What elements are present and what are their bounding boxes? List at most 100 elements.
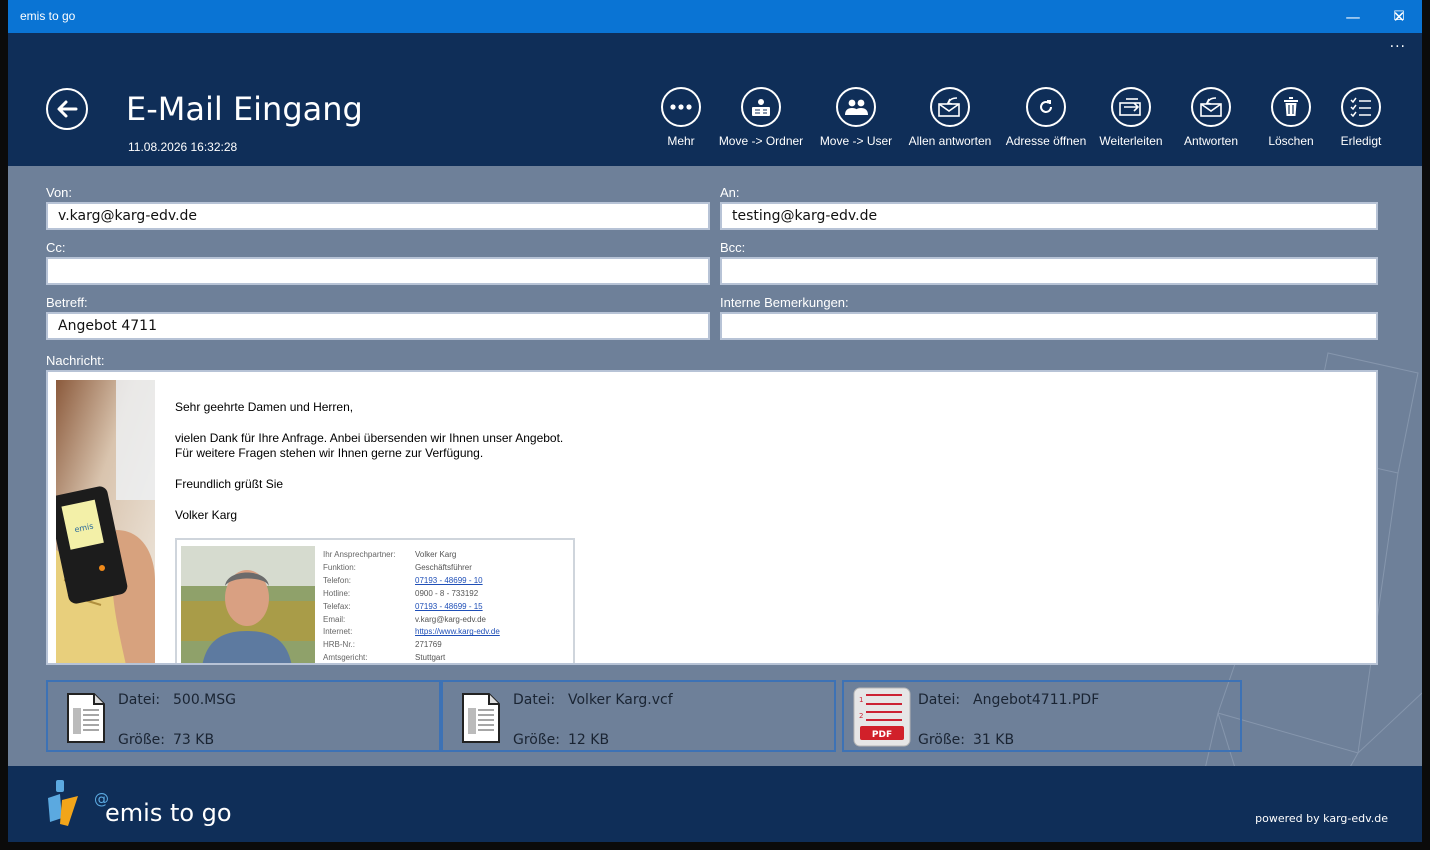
- allen-antworten-button[interactable]: Allen antworten: [905, 87, 995, 148]
- an-label: An:: [720, 185, 740, 200]
- vcf-file-icon: [457, 690, 503, 746]
- attachment-size: 73 KB: [173, 732, 215, 748]
- weiterleiten-button[interactable]: Weiterleiten: [1086, 87, 1176, 148]
- pdf-file-icon: 1 2 PDF: [852, 686, 912, 748]
- cc-field[interactable]: [46, 257, 710, 285]
- antworten-label: Antworten: [1183, 134, 1239, 148]
- signature-box: Ihr Ansprechpartner: Volker Karg Funktion:…: [175, 538, 575, 663]
- attachment-item[interactable]: Datei: 500.MSG Größe: 73 KB: [46, 680, 441, 752]
- adresse-oeffnen-label: Adresse öffnen: [1005, 134, 1087, 148]
- footer: @ emis to go powered by karg-edv.de: [8, 766, 1422, 842]
- body-line-2: Für weitere Fragen stehen wir Ihnen gern…: [175, 446, 484, 460]
- signature-key: Amtsgericht:: [323, 653, 368, 663]
- bcc-field[interactable]: [720, 257, 1378, 285]
- signature-value: Volker Karg: [415, 550, 457, 559]
- signature-key: Internet:: [323, 627, 353, 637]
- more-options-icon[interactable]: ...: [1390, 35, 1406, 51]
- minimize-icon: —: [1345, 7, 1361, 26]
- header: ... E-Mail Eingang 11.08.2026 16:32:28 M…: [8, 33, 1422, 166]
- reply-icon: [1191, 87, 1231, 127]
- closing-text: Freundlich grüßt Sie: [175, 477, 284, 491]
- move-user-icon: [836, 87, 876, 127]
- phone-photo: emis: [56, 380, 155, 663]
- antworten-button[interactable]: Antworten: [1166, 87, 1256, 148]
- delete-icon: [1271, 87, 1311, 127]
- mehr-button[interactable]: Mehr: [636, 87, 726, 148]
- mehr-label: Mehr: [667, 134, 695, 148]
- svg-text:PDF: PDF: [872, 730, 892, 740]
- msg-file-icon: [62, 690, 108, 746]
- bcc-label: Bcc:: [720, 240, 746, 255]
- signature-value: v.karg@karg-edv.de: [415, 614, 486, 624]
- allen-antworten-label: Allen antworten: [908, 134, 992, 148]
- done-icon: [1341, 87, 1381, 127]
- attachment-size-label: Größe:: [513, 732, 561, 748]
- attachment-datei-label: Datei:: [918, 692, 961, 708]
- close-icon: ✕: [1392, 7, 1406, 26]
- attachment-item[interactable]: Datei: Volker Karg.vcf Größe: 12 KB: [441, 680, 836, 752]
- emis-logo-icon: [48, 780, 78, 826]
- von-field[interactable]: v.karg@karg-edv.de: [46, 202, 710, 230]
- window-titlebar: emis to go — ☐: [8, 0, 1422, 33]
- signature-value: Stuttgart: [415, 653, 446, 663]
- attachment-datei-label: Datei:: [118, 692, 161, 708]
- brand-name: emis to go: [105, 799, 232, 827]
- move-folder-icon: [741, 87, 781, 127]
- erledigt-button[interactable]: Erledigt: [1316, 87, 1406, 148]
- signature-link[interactable]: https://www.karg-edv.de: [415, 627, 500, 636]
- weiterleiten-label: Weiterleiten: [1099, 134, 1163, 148]
- adresse-oeffnen-button[interactable]: Adresse öffnen: [1001, 87, 1091, 148]
- bemerkungen-field[interactable]: [720, 312, 1378, 340]
- powered-by-text: powered by karg-edv.de: [1255, 812, 1388, 825]
- open-address-icon: [1026, 87, 1066, 127]
- attachment-datei-label: Datei:: [513, 692, 556, 708]
- app-window: ... E-Mail Eingang 11.08.2026 16:32:28 M…: [8, 33, 1422, 842]
- signature-key: Email:: [323, 614, 346, 624]
- erledigt-label: Erledigt: [1340, 134, 1382, 148]
- greeting-text: Sehr geehrte Damen und Herren,: [175, 400, 354, 414]
- reply-all-icon: [930, 87, 970, 127]
- minimize-button[interactable]: —: [1330, 0, 1376, 33]
- attachment-filename: 500.MSG: [173, 692, 236, 708]
- signature-value: 271769: [415, 640, 442, 650]
- sender-name: Volker Karg: [175, 508, 238, 522]
- attachment-size-label: Größe:: [918, 732, 966, 748]
- svg-text:1: 1: [859, 696, 863, 704]
- signature-key: Hotline:: [323, 588, 351, 598]
- body-line-1: vielen Dank für Ihre Anfrage. Anbei über…: [175, 431, 564, 445]
- nachricht-label: Nachricht:: [46, 353, 105, 368]
- attachment-size: 31 KB: [973, 732, 1015, 748]
- message-body[interactable]: emis Sehr geehrte Damen und Herren, viel…: [46, 370, 1378, 665]
- attachment-filename: Volker Karg.vcf: [568, 692, 673, 708]
- move-user-label: Move -> User: [819, 134, 893, 148]
- signature-photo: [181, 546, 315, 663]
- close-button[interactable]: ✕: [1376, 0, 1422, 33]
- move-ordner-label: Move -> Ordner: [718, 134, 804, 148]
- an-field[interactable]: testing@karg-edv.de: [720, 202, 1378, 230]
- signature-link[interactable]: 07193 - 48699 - 15: [415, 602, 483, 611]
- signature-key: Funktion:: [323, 562, 356, 572]
- attachment-item[interactable]: 1 2 PDF Datei: Angebot4711.PDF Größe: 31…: [842, 680, 1242, 752]
- betreff-label: Betreff:: [46, 295, 88, 310]
- move-ordner-button[interactable]: Move -> Ordner: [716, 87, 806, 148]
- signature-key: HRB-Nr.:: [323, 640, 355, 650]
- betreff-field[interactable]: Angebot 4711: [46, 312, 710, 340]
- von-label: Von:: [46, 185, 73, 200]
- attachment-size-label: Größe:: [118, 732, 166, 748]
- window-title: emis to go: [20, 9, 76, 23]
- signature-value: Geschäftsführer: [415, 562, 472, 572]
- svg-text:2: 2: [859, 712, 863, 720]
- signature-key: Telefax:: [323, 601, 351, 611]
- signature-key: Telefon:: [323, 575, 352, 585]
- attachment-filename: Angebot4711.PDF: [973, 692, 1100, 708]
- attachment-size: 12 KB: [568, 732, 610, 748]
- timestamp: 11.08.2026 16:32:28: [128, 140, 238, 154]
- signature-link[interactable]: 07193 - 48699 - 10: [415, 576, 483, 585]
- forward-icon: [1111, 87, 1151, 127]
- cc-label: Cc:: [46, 240, 66, 255]
- page-title: E-Mail Eingang: [126, 90, 363, 128]
- bemerkungen-label: Interne Bemerkungen:: [720, 295, 849, 310]
- signature-value: 0900 - 8 - 733192: [415, 588, 479, 598]
- back-button[interactable]: [46, 88, 88, 130]
- move-user-button[interactable]: Move -> User: [811, 87, 901, 148]
